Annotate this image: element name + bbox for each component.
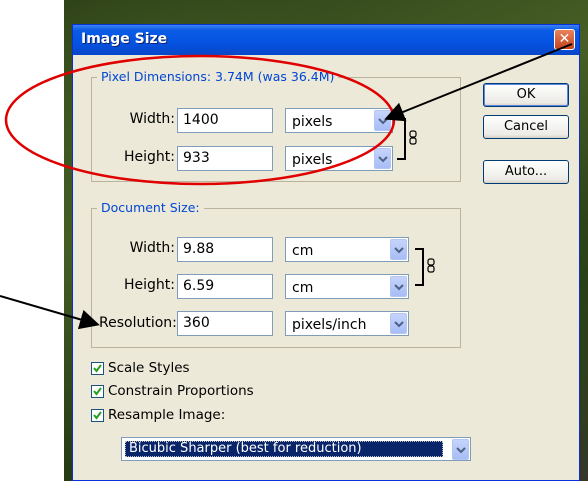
annotation-overlay — [0, 43, 573, 330]
annotation-ellipse — [4, 54, 396, 186]
annotation-arrow-resolution — [0, 295, 100, 330]
annotation-arrow-dropdown — [384, 43, 573, 122]
